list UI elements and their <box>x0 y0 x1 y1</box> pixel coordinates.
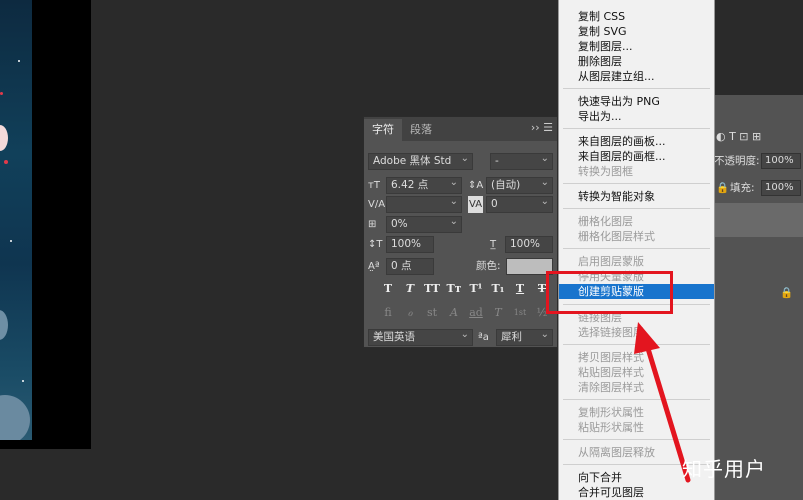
underline-button[interactable]: T <box>510 281 530 297</box>
tab-character[interactable]: 字符 <box>364 119 402 141</box>
opacity-field[interactable]: 100% <box>761 153 801 169</box>
menu-separator <box>563 128 710 129</box>
baseline-shift-field[interactable]: 0 点 <box>386 258 434 275</box>
color-label: 颜色: <box>476 260 501 272</box>
discretionary-ligatures-button[interactable]: st <box>422 305 442 321</box>
menu-item-artboard-from-layers[interactable]: 来自图层的画板... <box>559 134 714 149</box>
annotation-highlight-box <box>546 271 673 314</box>
kerning-icon: V/A <box>368 199 386 210</box>
tab-paragraph[interactable]: 段落 <box>402 119 440 141</box>
faux-italic-button[interactable]: T <box>400 281 420 297</box>
ligatures-button[interactable]: fi <box>378 305 398 321</box>
leading-field[interactable]: (自动) <box>486 175 553 194</box>
layer-row-selected[interactable] <box>712 203 803 237</box>
menu-item-export-as[interactable]: 导出为... <box>559 109 714 124</box>
antialias-icon: ªa <box>478 332 489 343</box>
kerning-field[interactable] <box>386 194 462 213</box>
stylistic-alternates-button[interactable]: ad <box>466 305 486 321</box>
titling-button[interactable]: T <box>488 305 508 321</box>
language-select[interactable]: 美国英语 <box>368 327 473 346</box>
font-family-select[interactable]: Adobe 黑体 Std <box>368 151 473 170</box>
fill-field[interactable]: 100% <box>761 180 801 196</box>
tsume-icon: ⊞ <box>368 219 377 230</box>
horizontal-scale-icon: T̲ <box>490 239 497 250</box>
menu-item-copy-css[interactable]: 复制 CSS <box>559 9 714 24</box>
panel-menu-icon[interactable]: ›› ☰ <box>531 121 553 134</box>
panel-tabs: 字符 段落 ›› ☰ <box>364 117 557 141</box>
font-size-field[interactable]: 6.42 点 <box>386 175 462 194</box>
menu-item-quick-export-png[interactable]: 快速导出为 PNG <box>559 94 714 109</box>
horizontal-scale-field[interactable]: 100% <box>505 236 553 253</box>
filter-icons[interactable]: ◐ T ⊡ ⊞ <box>716 130 761 143</box>
tracking-field[interactable]: 0 <box>486 194 553 213</box>
font-size-icon: ᴛT <box>368 180 380 191</box>
menu-item-rasterize-layer-style: 栅格化图层样式 <box>578 230 655 243</box>
menu-item-enable-layer-mask: 启用图层蒙版 <box>578 255 644 268</box>
superscript-button[interactable]: T¹ <box>466 281 486 297</box>
menu-item-merge-visible[interactable]: 合并可见图层 <box>559 485 714 500</box>
canvas-artwork <box>0 0 32 440</box>
menu-item-group-from-layers[interactable]: 从图层建立组... <box>559 69 714 84</box>
menu-item-copy-svg[interactable]: 复制 SVG <box>559 24 714 39</box>
layers-panel: ◐ T ⊡ ⊞ 不透明度: 100% 🔒 填充: 100% 🔒 <box>712 95 803 500</box>
leading-icon: ⇕A <box>468 180 484 191</box>
menu-separator <box>563 248 710 249</box>
all-caps-button[interactable]: TT <box>422 281 442 297</box>
menu-item-rasterize-layer: 栅格化图层 <box>578 215 633 228</box>
menu-item-convert-to-smart-object[interactable]: 转换为智能对象 <box>559 189 714 204</box>
ordinals-button[interactable]: 1st <box>510 305 530 321</box>
tsume-field[interactable]: 0% <box>386 214 462 233</box>
vertical-scale-icon: ↕T <box>368 239 383 250</box>
lock-icon[interactable]: 🔒 <box>716 180 729 196</box>
baseline-shift-icon: A̤ª <box>368 261 380 272</box>
menu-separator <box>563 208 710 209</box>
swash-button[interactable]: A <box>444 305 464 321</box>
menu-item-frame-from-layers[interactable]: 来自图层的画框... <box>559 149 714 164</box>
menu-separator <box>563 183 710 184</box>
small-caps-button[interactable]: Tт <box>444 281 464 297</box>
layer-lock-icon: 🔒 <box>780 287 794 299</box>
menu-item-convert-to-frame: 转换为图框 <box>578 165 633 178</box>
right-top-area <box>712 0 803 95</box>
faux-bold-button[interactable]: T <box>378 281 398 297</box>
menu-separator <box>563 88 710 89</box>
antialias-select[interactable]: 犀利 <box>496 327 553 346</box>
fill-label: 填充: <box>730 182 755 194</box>
tracking-icon: VA <box>468 196 484 213</box>
subscript-button[interactable]: T₁ <box>488 281 508 297</box>
menu-item-duplicate-layer[interactable]: 复制图层... <box>559 39 714 54</box>
alternates-button[interactable]: ℴ <box>400 305 420 321</box>
font-style-select[interactable]: - <box>490 151 553 170</box>
character-panel: 字符 段落 ›› ☰ Adobe 黑体 Std - ᴛT 6.42 点 ⇕A (… <box>363 116 558 348</box>
vertical-scale-field[interactable]: 100% <box>386 236 434 253</box>
watermark: 知乎用户 <box>682 457 766 481</box>
menu-item-delete-layer[interactable]: 删除图层 <box>559 54 714 69</box>
opacity-label: 不透明度: <box>714 155 760 167</box>
